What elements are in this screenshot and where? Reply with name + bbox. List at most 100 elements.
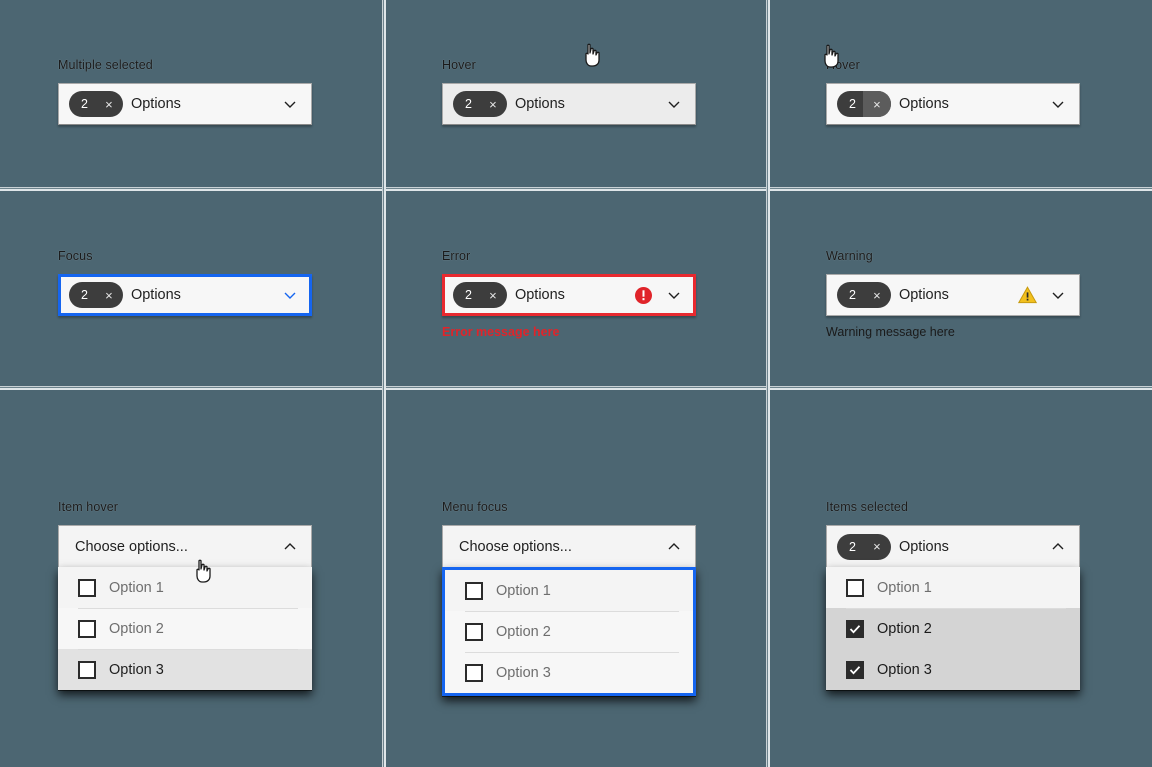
menu-option-item[interactable]: Option 2 [58,608,312,649]
combobox-item-hover: Choose options... Option 1 Option 2 Opti… [58,525,312,690]
chevron-up-icon[interactable] [1049,538,1067,556]
chip-count: 2 [849,97,856,111]
chip-remove-icon[interactable]: × [863,282,891,308]
menu-option-item[interactable]: Option 2 [826,608,1080,649]
options-menu: Option 1 Option 2 Option 3 [58,567,312,690]
menu-option-item[interactable]: Option 3 [826,649,1080,690]
option-checkbox[interactable] [846,619,864,638]
field-label: Item hover [58,500,119,514]
combobox-trigger[interactable]: 2 × Options [826,525,1080,567]
option-checkbox[interactable] [78,660,96,679]
chip-remove-icon[interactable]: × [479,91,507,117]
state-matrix-grid: Multiple selected 2 × Options Hover 2 × … [0,0,1152,767]
cell-menu-focus: Menu focus Choose options... Option 1 Op… [384,390,768,767]
chip-count: 2 [81,97,88,111]
field-label: Multiple selected [58,58,153,72]
select-value-text: Options [898,538,949,555]
chip-remove-icon[interactable]: × [862,91,891,117]
chip-count: 2 [81,288,88,302]
option-label: Option 3 [877,661,932,678]
multiselect-chip-hover[interactable]: 2 × Options [826,83,1080,125]
options-menu: Option 1 Option 2 Option 3 [442,567,696,696]
multiselect-warning[interactable]: 2 × Options [826,274,1080,316]
combobox-placeholder-text: Choose options... [459,538,572,555]
combobox-menu-focus: Choose options... Option 1 Option 2 Opti… [442,525,696,696]
selection-chip[interactable]: 2 × [837,91,891,117]
select-value-text: Options [514,287,565,303]
combobox-trigger[interactable]: Choose options... [442,525,696,567]
field-label: Hover [826,58,860,72]
option-label: Option 1 [109,579,164,596]
menu-option-item[interactable]: Option 3 [445,652,693,693]
field-label: Hover [442,58,476,72]
multiselect-focus[interactable]: 2 × Options [58,274,312,316]
option-checkbox[interactable] [465,663,483,682]
field-label: Items selected [826,500,908,514]
menu-option-item[interactable]: Option 1 [58,567,312,608]
chip-count: 2 [849,539,856,554]
chevron-down-icon[interactable] [281,95,299,113]
option-label: Option 3 [109,661,164,678]
error-message: Error message here [442,325,560,339]
cell-hover: Hover 2 × Options [384,0,768,191]
selection-chip[interactable]: 2 × [453,282,507,308]
option-label: Option 2 [109,620,164,637]
combobox-trigger[interactable]: Choose options... [58,525,312,567]
selection-chip[interactable]: 2 × [837,282,891,308]
chip-remove-icon[interactable]: × [95,282,123,308]
chevron-down-icon[interactable] [665,95,683,113]
field-label: Focus [58,249,93,263]
option-label: Option 2 [877,620,932,637]
select-value-text: Options [130,287,181,303]
cell-chip-hover: Hover 2 × Options [768,0,1152,191]
menu-option-item[interactable]: Option 1 [445,570,693,611]
field-label: Error [442,249,471,263]
chevron-down-icon[interactable] [1049,286,1067,304]
chevron-down-icon[interactable] [1049,95,1067,113]
option-checkbox[interactable] [78,619,96,638]
field-label: Menu focus [442,500,508,514]
chevron-down-icon[interactable] [665,286,683,304]
option-label: Option 1 [877,579,932,596]
cell-item-hover: Item hover Choose options... Option 1 Op… [0,390,384,767]
selection-chip[interactable]: 2 × [69,282,123,308]
chip-count: 2 [465,97,472,111]
combobox-placeholder-text: Choose options... [75,538,188,555]
chip-remove-icon[interactable]: × [95,91,123,117]
chevron-up-icon[interactable] [281,538,299,556]
option-label: Option 3 [496,664,551,681]
menu-option-item[interactable]: Option 3 [58,649,312,690]
select-value-text: Options [898,96,949,112]
cell-items-selected: Items selected 2 × Options Option 1 Opti… [768,390,1152,767]
warning-triangle-icon [1018,286,1037,305]
menu-option-item[interactable]: Option 1 [826,567,1080,608]
chevron-up-icon[interactable] [665,538,683,556]
cell-warning: Warning 2 × Options Warning message here [768,191,1152,390]
option-checkbox[interactable] [465,581,483,600]
chip-count: 2 [849,288,856,302]
select-value-text: Options [130,96,181,112]
cell-multiple-selected: Multiple selected 2 × Options [0,0,384,191]
option-checkbox[interactable] [846,578,864,597]
option-label: Option 1 [496,582,551,599]
select-value-text: Options [514,96,565,112]
field-label: Warning [826,249,873,263]
cell-focus: Focus 2 × Options [0,191,384,390]
chevron-down-icon[interactable] [281,286,299,304]
selection-chip[interactable]: 2 × [453,91,507,117]
chip-remove-icon[interactable]: × [863,534,891,560]
multiselect-hover[interactable]: 2 × Options [442,83,696,125]
combobox-items-selected: 2 × Options Option 1 Option 2 Option 3 [826,525,1080,690]
selection-chip[interactable]: 2 × [69,91,123,117]
option-checkbox[interactable] [465,622,483,641]
selection-chip[interactable]: 2 × [837,533,891,560]
multiselect-error[interactable]: 2 × Options [442,274,696,316]
cell-error: Error 2 × Options Error message here [384,191,768,390]
option-checkbox[interactable] [846,660,864,679]
chip-remove-icon[interactable]: × [479,282,507,308]
menu-option-item[interactable]: Option 2 [445,611,693,652]
option-checkbox[interactable] [78,578,96,597]
multiselect-multiple-selected[interactable]: 2 × Options [58,83,312,125]
select-value-text: Options [898,287,949,303]
error-circle-icon [634,286,653,305]
